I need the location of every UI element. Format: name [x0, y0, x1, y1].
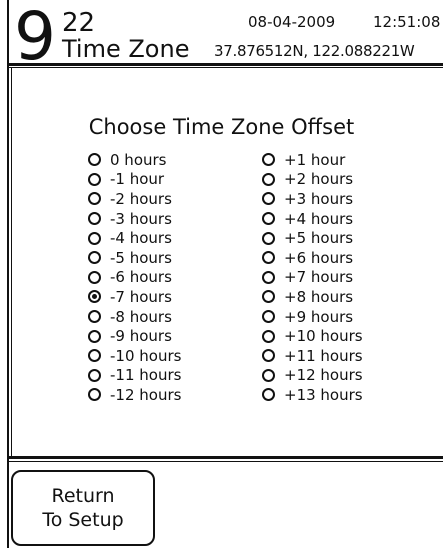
- radio-icon[interactable]: [88, 251, 101, 265]
- offset-option-label: -9 hours: [110, 327, 172, 346]
- radio-icon[interactable]: [262, 349, 275, 363]
- offset-option-label: -4 hours: [110, 229, 172, 248]
- radio-icon[interactable]: [262, 290, 275, 304]
- radio-icon[interactable]: [262, 231, 275, 245]
- offset-option[interactable]: +7 hours: [262, 268, 363, 288]
- offset-option-label: +11 hours: [284, 346, 363, 365]
- section-title: Choose Time Zone Offset: [88, 115, 355, 139]
- offset-option-label: +3 hours: [284, 189, 354, 208]
- offset-option[interactable]: +3 hours: [262, 189, 363, 209]
- radio-icon[interactable]: [88, 212, 101, 226]
- radio-icon[interactable]: [262, 310, 275, 324]
- offset-option[interactable]: +9 hours: [262, 307, 363, 327]
- offset-option-label: +4 hours: [284, 209, 354, 228]
- offset-option-label: -2 hours: [110, 189, 172, 208]
- offset-option[interactable]: -6 hours: [88, 268, 181, 288]
- offset-option-label: +9 hours: [284, 307, 354, 326]
- radio-icon[interactable]: [262, 388, 275, 402]
- offset-option-label: +5 hours: [284, 229, 354, 248]
- offset-option[interactable]: -9 hours: [88, 326, 181, 346]
- offset-option-label: -7 hours: [110, 287, 172, 306]
- screen-number-small: 22: [62, 8, 96, 38]
- offset-option[interactable]: -11 hours: [88, 366, 181, 386]
- radio-icon[interactable]: [88, 172, 101, 186]
- offset-column-positive: +1 hour +2 hours +3 hours +4 hours +5 hours +…: [262, 150, 363, 405]
- header-coordinates: 37.876512N, 122.088221W: [214, 42, 415, 60]
- footer-divider: [7, 456, 443, 459]
- offset-option[interactable]: +2 hours: [262, 170, 363, 190]
- radio-icon[interactable]: [88, 388, 101, 402]
- header-divider: [7, 63, 443, 66]
- radio-icon[interactable]: [262, 270, 275, 284]
- offset-option[interactable]: +4 hours: [262, 209, 363, 229]
- radio-icon[interactable]: [88, 231, 101, 245]
- offset-option[interactable]: -5 hours: [88, 248, 181, 268]
- radio-icon[interactable]: [262, 251, 275, 265]
- radio-icon[interactable]: [88, 310, 101, 324]
- offset-column-negative: 0 hours -1 hour -2 hours -3 hours -4 hours -5…: [88, 150, 181, 405]
- offset-option[interactable]: 0 hours: [88, 150, 181, 170]
- radio-icon[interactable]: [262, 153, 275, 167]
- radio-icon[interactable]: [88, 192, 101, 206]
- offset-option-label: -3 hours: [110, 209, 172, 228]
- header-date: 08-04-2009: [248, 13, 336, 31]
- radio-icon[interactable]: [88, 368, 101, 382]
- offset-option-label: -12 hours: [110, 385, 182, 404]
- offset-option[interactable]: +12 hours: [262, 366, 363, 386]
- offset-option[interactable]: -3 hours: [88, 209, 181, 229]
- offset-option[interactable]: -10 hours: [88, 346, 181, 366]
- radio-icon[interactable]: [262, 368, 275, 382]
- offset-option[interactable]: -8 hours: [88, 307, 181, 327]
- radio-icon[interactable]: [88, 329, 101, 343]
- radio-icon[interactable]: [262, 172, 275, 186]
- offset-option[interactable]: +8 hours: [262, 287, 363, 307]
- offset-option-label: +13 hours: [284, 385, 363, 404]
- offset-option[interactable]: -4 hours: [88, 228, 181, 248]
- offset-option-label: +12 hours: [284, 366, 363, 385]
- radio-icon[interactable]: [262, 329, 275, 343]
- offset-option-label: +2 hours: [284, 170, 354, 189]
- radio-icon[interactable]: [262, 192, 275, 206]
- offset-option-label: -11 hours: [110, 366, 182, 385]
- offset-option[interactable]: +6 hours: [262, 248, 363, 268]
- return-button-line1: Return: [51, 485, 115, 507]
- offset-option[interactable]: +1 hour: [262, 150, 363, 170]
- offset-option-label: -5 hours: [110, 248, 172, 267]
- offset-option[interactable]: -7 hours: [88, 287, 181, 307]
- offset-option[interactable]: +13 hours: [262, 385, 363, 405]
- offset-option-label: +8 hours: [284, 287, 354, 306]
- return-to-setup-button[interactable]: Return To Setup: [11, 470, 155, 546]
- screen-frame: [7, 0, 443, 548]
- offset-option-label: -8 hours: [110, 307, 172, 326]
- header-divider-thin: [7, 67, 443, 68]
- screen-number-large: 9: [14, 0, 56, 75]
- return-button-line2: To Setup: [42, 509, 124, 531]
- header-time: 12:51:08: [373, 13, 441, 31]
- offset-option-label: -1 hour: [110, 170, 165, 189]
- header: 9 22 Time Zone 08-04-2009 12:51:08 37.87…: [8, 0, 443, 70]
- offset-option[interactable]: +5 hours: [262, 228, 363, 248]
- offset-option[interactable]: -12 hours: [88, 385, 181, 405]
- radio-icon[interactable]: [88, 270, 101, 284]
- radio-icon[interactable]: [88, 349, 101, 363]
- offset-option-label: -10 hours: [110, 346, 182, 365]
- radio-icon[interactable]: [262, 212, 275, 226]
- offset-option-label: 0 hours: [110, 150, 167, 169]
- frame-left-line: [7, 0, 9, 548]
- offset-option[interactable]: -1 hour: [88, 170, 181, 190]
- radio-selected-icon[interactable]: [88, 290, 101, 304]
- offset-option-label: +1 hour: [284, 150, 346, 169]
- offset-option-label: +7 hours: [284, 268, 354, 287]
- offset-option[interactable]: -2 hours: [88, 189, 181, 209]
- offset-option[interactable]: +10 hours: [262, 326, 363, 346]
- radio-icon[interactable]: [88, 153, 101, 167]
- offset-option-label: -6 hours: [110, 268, 172, 287]
- offset-option-label: +6 hours: [284, 248, 354, 267]
- offset-option-label: +10 hours: [284, 327, 363, 346]
- page-title: Time Zone: [62, 35, 190, 63]
- footer-divider-thin: [7, 461, 443, 462]
- offset-option[interactable]: +11 hours: [262, 346, 363, 366]
